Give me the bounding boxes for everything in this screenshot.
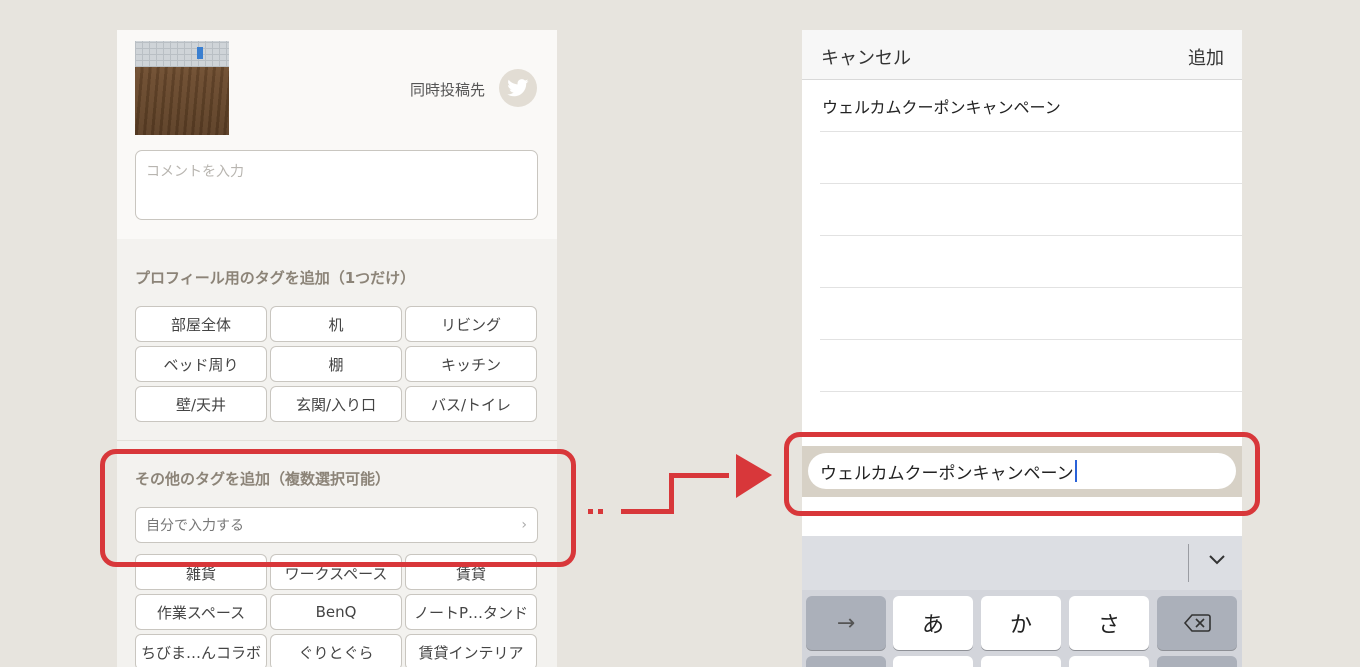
suggestion-row[interactable]	[820, 340, 1242, 392]
keyboard-in-photo	[135, 41, 229, 67]
key-sa[interactable]: さ	[1069, 596, 1149, 650]
comment-input[interactable]: コメントを入力	[135, 150, 538, 220]
other-tag[interactable]: 作業スペース	[135, 594, 267, 630]
blue-key	[197, 47, 203, 59]
keyboard-key[interactable]	[806, 656, 886, 667]
profile-tag[interactable]: 部屋全体	[135, 306, 267, 342]
highlight-frame-right	[784, 432, 1260, 516]
keyboard: → あ か さ	[802, 536, 1242, 667]
other-tag[interactable]: ノートP…タンド	[405, 594, 537, 630]
backspace-icon	[1183, 614, 1211, 632]
profile-tags-title: プロフィール用のタグを追加（1つだけ）	[135, 269, 416, 287]
suggestion-row[interactable]	[820, 288, 1242, 340]
other-tag[interactable]: 賃貸インテリア	[405, 634, 537, 667]
profile-tag[interactable]: 棚	[270, 346, 402, 382]
profile-tag[interactable]: ベッド周り	[135, 346, 267, 382]
profile-tag[interactable]: 玄関/入り口	[270, 386, 402, 422]
profile-tag-grid: 部屋全体 机 リビング ベッド周り 棚 キッチン 壁/天井 玄関/入り口 バス/…	[135, 306, 538, 422]
key-a[interactable]: あ	[893, 596, 973, 650]
tag-input-screen: キャンセル 追加 ウェルカムクーポンキャンペーン ウェルカムクーポンキャンペーン…	[802, 30, 1242, 667]
profile-tag[interactable]: 机	[270, 306, 402, 342]
other-tag-grid: 雑貨 ワークスペース 賃貸 作業スペース BenQ ノートP…タンド ちびま…ん…	[135, 554, 538, 667]
suggestion-row[interactable]	[820, 184, 1242, 236]
other-tag[interactable]: ちびま…んコラボ	[135, 634, 267, 667]
suggestion-row[interactable]	[820, 132, 1242, 184]
key-ka[interactable]: か	[981, 596, 1061, 650]
toolbar-separator	[1188, 544, 1189, 582]
twitter-toggle-button[interactable]	[499, 69, 537, 107]
chevron-down-icon	[1209, 555, 1225, 565]
keyboard-toolbar	[802, 536, 1242, 590]
other-tag[interactable]: BenQ	[270, 594, 402, 630]
post-card: 同時投稿先 コメントを入力	[117, 30, 557, 239]
nav-bar: キャンセル 追加	[802, 30, 1242, 80]
highlight-frame-left	[100, 449, 576, 567]
suggestion-row[interactable]: ウェルカムクーポンキャンペーン	[820, 80, 1242, 132]
profile-tag[interactable]: バス/トイレ	[405, 386, 537, 422]
keyboard-key[interactable]	[893, 656, 973, 667]
section-divider	[117, 440, 557, 441]
cancel-button[interactable]: キャンセル	[821, 44, 911, 70]
profile-tag[interactable]: キッチン	[405, 346, 537, 382]
add-button[interactable]: 追加	[1188, 44, 1224, 70]
connector-arrow	[588, 454, 772, 514]
tag-edit-panel: 同時投稿先 コメントを入力 プロフィール用のタグを追加（1つだけ） 部屋全体 机…	[117, 30, 557, 667]
post-photo-thumbnail[interactable]	[135, 41, 229, 135]
profile-tag[interactable]: 壁/天井	[135, 386, 267, 422]
next-candidate-key[interactable]: →	[806, 596, 886, 650]
other-tag[interactable]: ぐりとぐら	[270, 634, 402, 667]
dismiss-keyboard-button[interactable]	[1208, 550, 1226, 571]
keyboard-key[interactable]	[981, 656, 1061, 667]
suggestion-row[interactable]	[820, 236, 1242, 288]
keyboard-key[interactable]	[1069, 656, 1149, 667]
twitter-icon	[507, 79, 529, 97]
delete-key[interactable]	[1157, 596, 1237, 650]
profile-tag[interactable]: リビング	[405, 306, 537, 342]
simultaneous-post-label: 同時投稿先	[409, 81, 485, 99]
keyboard-key[interactable]	[1157, 656, 1237, 667]
